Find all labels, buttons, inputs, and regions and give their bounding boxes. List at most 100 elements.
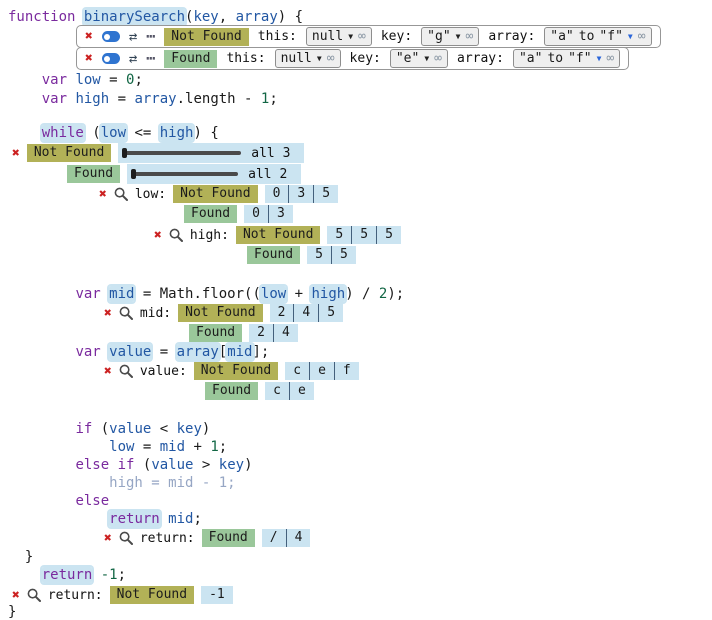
probe-value: e: [309, 362, 334, 380]
dropdown-value: "g": [427, 29, 450, 44]
token-text: ): [244, 457, 252, 473]
link-icon[interactable]: ∞: [606, 52, 614, 65]
close-icon[interactable]: ✖: [85, 30, 93, 43]
testcase-panel-found: ✖ ⇄ ⋯ Found this: null▼∞ key: "e"▼∞ arra…: [76, 47, 629, 70]
token-probed[interactable]: high: [160, 125, 194, 141]
link-icon[interactable]: ∞: [434, 52, 442, 65]
probe-row-low-notfound: ✖ low: Not Found 035: [99, 184, 338, 204]
token-keyword: else if: [75, 457, 134, 473]
magnifier-icon[interactable]: [119, 531, 133, 545]
array-dropdown[interactable]: "a"to"f"▼∞: [513, 49, 620, 68]
code-line: else if (value > key): [8, 456, 253, 474]
probe-values: 555: [327, 226, 400, 244]
token-text: [8, 421, 75, 437]
code-line: var value = array[mid];: [8, 343, 269, 361]
swap-icon[interactable]: ⇄: [129, 30, 137, 44]
array-dropdown[interactable]: "a"to"f"▼∞: [544, 27, 651, 46]
testcase-panel-notfound: ✖ ⇄ ⋯ Not Found this: null▼∞ key: "g"▼∞ …: [76, 25, 661, 48]
token-identifier: value: [109, 421, 151, 437]
token-text: <=: [126, 125, 160, 141]
token-text: [160, 511, 168, 527]
testcase-badge-notfound: Not Found: [194, 362, 278, 380]
code-line: }: [8, 548, 33, 566]
toggle-switch[interactable]: [102, 53, 120, 64]
magnifier-icon[interactable]: [119, 364, 133, 378]
key-dropdown[interactable]: "e"▼∞: [390, 49, 448, 68]
testcase-badge-found: Found: [205, 382, 258, 400]
this-dropdown[interactable]: null▼∞: [306, 27, 372, 46]
close-icon[interactable]: ✖: [104, 532, 112, 545]
more-icon[interactable]: ⋯: [146, 51, 155, 66]
token-probed[interactable]: return: [109, 511, 160, 527]
probe-value: e: [289, 382, 314, 400]
token-keyword: var: [42, 72, 76, 88]
iteration-slider[interactable]: [123, 151, 241, 155]
probe-value: 2: [270, 304, 294, 322]
probe-row-value-found: Found ce: [205, 381, 314, 401]
token-text: [8, 344, 75, 360]
token-identifier: value: [151, 457, 193, 473]
link-icon[interactable]: ∞: [327, 52, 335, 65]
dropdown-value: "e": [396, 51, 419, 66]
token-probed[interactable]: array: [177, 344, 219, 360]
iteration-strip: all 3: [118, 143, 304, 163]
token-text: [8, 439, 109, 455]
probe-row-mid-notfound: ✖ mid: Not Found 245: [104, 303, 343, 323]
probe-values: -1: [201, 586, 233, 604]
slider-handle[interactable]: [131, 169, 136, 179]
close-icon[interactable]: ✖: [12, 589, 20, 602]
close-icon[interactable]: ✖: [104, 365, 112, 378]
close-icon[interactable]: ✖: [104, 307, 112, 320]
token-probed[interactable]: low: [101, 125, 126, 141]
code-line: while (low <= high) {: [8, 124, 219, 142]
token-text: ) {: [193, 125, 218, 141]
key-dropdown[interactable]: "g"▼∞: [421, 27, 479, 46]
probe-values: 245: [270, 304, 343, 322]
testcase-badge-notfound: Not Found: [27, 144, 111, 162]
magnifier-icon[interactable]: [114, 187, 128, 201]
token-identifier: key: [193, 9, 218, 25]
token-text: = Math.floor((: [134, 286, 260, 302]
magnifier-icon[interactable]: [27, 588, 41, 602]
probe-row-return-notfound: ✖ return: Not Found -1: [12, 585, 233, 605]
toggle-switch[interactable]: [102, 31, 120, 42]
token-text: =: [134, 439, 159, 455]
link-icon[interactable]: ∞: [358, 30, 366, 43]
token-keyword: if: [75, 421, 92, 437]
this-dropdown[interactable]: null▼∞: [275, 49, 341, 68]
token-probed[interactable]: mid: [227, 344, 252, 360]
token-probed[interactable]: while: [42, 125, 84, 141]
iteration-slider[interactable]: [132, 172, 238, 176]
link-icon[interactable]: ∞: [465, 30, 473, 43]
testcase-badge-found: Found: [247, 246, 300, 264]
probe-value: -1: [201, 586, 233, 604]
token-probed[interactable]: high: [311, 286, 345, 302]
link-icon[interactable]: ∞: [638, 30, 646, 43]
token-probed[interactable]: mid: [109, 286, 134, 302]
slider-handle[interactable]: [122, 148, 127, 158]
token-identifier: mid: [160, 439, 185, 455]
close-icon[interactable]: ✖: [99, 188, 107, 201]
code-line: return -1;: [8, 566, 126, 584]
probe-label: return:: [140, 531, 195, 546]
token-probed[interactable]: value: [109, 344, 151, 360]
token-text: }: [8, 604, 16, 620]
token-probed[interactable]: return: [42, 567, 93, 583]
swap-icon[interactable]: ⇄: [129, 52, 137, 66]
testcase-badge-notfound: Not Found: [236, 226, 320, 244]
probe-row-value-notfound: ✖ value: Not Found cef: [104, 361, 359, 381]
magnifier-icon[interactable]: [119, 306, 133, 320]
close-icon[interactable]: ✖: [12, 147, 20, 160]
token-probed[interactable]: low: [261, 286, 286, 302]
magnifier-icon[interactable]: [169, 228, 183, 242]
probe-value: /: [262, 529, 286, 547]
close-icon[interactable]: ✖: [85, 52, 93, 65]
code-line: var low = 0;: [8, 71, 143, 89]
probe-values: 035: [265, 185, 338, 203]
close-icon[interactable]: ✖: [154, 229, 162, 242]
more-icon[interactable]: ⋯: [146, 29, 155, 44]
token-text: [8, 91, 42, 107]
probe-row-high-notfound: ✖ high: Not Found 555: [154, 225, 401, 245]
token-probed[interactable]: binarySearch: [84, 9, 185, 25]
probe-value: 5: [351, 226, 376, 244]
